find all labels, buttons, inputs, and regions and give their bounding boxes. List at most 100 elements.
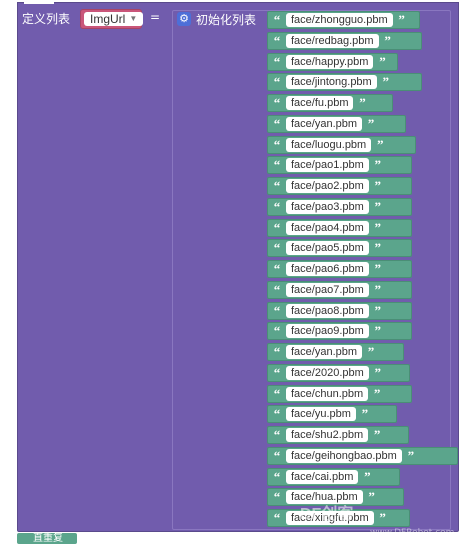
string-field[interactable]: face/redbag.pbm xyxy=(286,33,379,48)
open-quote-icon: “ xyxy=(273,198,281,214)
string-block[interactable]: “ face/pao4.pbm ” xyxy=(267,218,412,237)
close-quote-icon: ” xyxy=(374,178,382,193)
string-block[interactable]: “ face/jintong.pbm ” xyxy=(267,73,422,92)
chevron-down-icon: ▼ xyxy=(129,14,138,23)
close-quote-icon: ” xyxy=(382,74,389,90)
variable-name: ImgUrl xyxy=(90,12,126,26)
variable-dropdown[interactable]: ImgUrl ▼ xyxy=(84,12,144,26)
close-quote-icon: ” xyxy=(374,198,382,214)
string-block[interactable]: “ face/shu2.pbm ” xyxy=(267,426,409,444)
close-quote-icon: ” xyxy=(374,240,382,256)
string-block[interactable]: “ face/cai.pbm ” xyxy=(267,467,400,486)
string-block[interactable]: “ face/yan.pbm ” xyxy=(267,114,406,133)
close-quote-icon: ” xyxy=(368,489,375,505)
string-field[interactable]: face/jintong.pbm xyxy=(286,75,377,90)
gear-icon[interactable]: ⚙ xyxy=(177,12,191,26)
string-block[interactable]: “ face/pao1.pbm ” xyxy=(267,156,412,175)
close-quote-icon: ” xyxy=(374,157,382,173)
string-field[interactable]: face/chun.pbm xyxy=(286,386,369,401)
string-field[interactable]: face/pao4.pbm xyxy=(286,220,369,235)
string-block[interactable]: “ face/happy.pbm ” xyxy=(267,52,398,71)
string-field[interactable]: face/pao1.pbm xyxy=(286,158,369,173)
init-list-label: 初始化列表 xyxy=(196,13,257,27)
string-block[interactable]: “ face/fu.pbm ” xyxy=(267,94,393,112)
open-quote-icon: “ xyxy=(273,261,281,276)
string-block[interactable]: “ face/pao7.pbm ” xyxy=(267,280,412,299)
string-field[interactable]: face/yan.pbm xyxy=(286,345,363,359)
string-block[interactable]: “ face/pao2.pbm ” xyxy=(267,177,412,195)
open-quote-icon: “ xyxy=(273,95,281,110)
string-field[interactable]: face/pao8.pbm xyxy=(286,303,369,318)
open-quote-icon: “ xyxy=(273,136,281,152)
open-quote-icon: “ xyxy=(273,219,281,235)
open-quote-icon: “ xyxy=(273,53,281,69)
string-field[interactable]: face/pao2.pbm xyxy=(286,179,369,193)
string-block[interactable]: “ face/2020.pbm ” xyxy=(267,363,410,382)
close-quote-icon: ” xyxy=(373,427,381,442)
close-quote-icon: ” xyxy=(398,12,405,27)
string-field[interactable]: face/cai.pbm xyxy=(286,469,359,484)
open-quote-icon: “ xyxy=(273,115,281,131)
watermark-logo: DF创客 xyxy=(300,506,354,523)
string-field[interactable]: face/pao6.pbm xyxy=(286,262,369,276)
close-quote-icon: ” xyxy=(367,115,375,131)
string-block[interactable]: “ face/pao9.pbm ” xyxy=(267,322,412,341)
string-field[interactable]: face/luogu.pbm xyxy=(286,137,372,152)
open-quote-icon: “ xyxy=(273,406,281,422)
close-quote-icon: ” xyxy=(367,344,375,359)
close-quote-icon: ” xyxy=(376,136,384,152)
open-quote-icon: “ xyxy=(273,447,281,463)
open-quote-icon: “ xyxy=(273,489,281,505)
string-field[interactable]: face/pao3.pbm xyxy=(286,199,369,214)
string-block[interactable]: “ face/luogu.pbm ” xyxy=(267,135,416,154)
open-quote-icon: “ xyxy=(273,385,281,401)
string-field[interactable]: face/zhongguo.pbm xyxy=(286,13,393,27)
open-quote-icon: “ xyxy=(273,468,281,484)
string-field[interactable]: face/2020.pbm xyxy=(286,365,369,380)
variable-socket[interactable]: ImgUrl ▼ xyxy=(80,9,144,29)
next-block-label: 直重复 xyxy=(33,533,63,544)
open-quote-icon: “ xyxy=(273,427,281,442)
string-field[interactable]: face/geihongbao.pbm xyxy=(286,448,402,463)
string-block[interactable]: “ face/zhongguo.pbm ” xyxy=(267,11,420,29)
close-quote-icon: ” xyxy=(361,406,369,422)
open-quote-icon: “ xyxy=(273,364,281,380)
block-top-notch xyxy=(24,0,54,4)
close-quote-icon: ” xyxy=(384,32,391,48)
close-quote-icon: ” xyxy=(374,302,382,318)
string-block[interactable]: “ face/pao8.pbm ” xyxy=(267,301,412,320)
open-quote-icon: “ xyxy=(273,302,281,318)
string-field[interactable]: face/happy.pbm xyxy=(286,54,374,69)
string-block[interactable]: “ face/chun.pbm ” xyxy=(267,384,412,403)
open-quote-icon: “ xyxy=(273,32,281,48)
open-quote-icon: “ xyxy=(273,157,281,173)
string-field[interactable]: face/yu.pbm xyxy=(286,407,356,422)
open-quote-icon: “ xyxy=(273,178,281,193)
string-field[interactable]: face/yan.pbm xyxy=(286,116,363,131)
open-quote-icon: “ xyxy=(273,74,281,90)
string-block[interactable]: “ face/geihongbao.pbm ” xyxy=(267,446,458,465)
string-field[interactable]: face/pao5.pbm xyxy=(286,241,369,256)
watermark-sub: www.DFRobot.com xyxy=(370,528,455,538)
string-block[interactable]: “ face/redbag.pbm ” xyxy=(267,31,422,50)
close-quote-icon: ” xyxy=(374,281,382,297)
open-quote-icon: “ xyxy=(273,281,281,297)
string-block[interactable]: “ face/yan.pbm ” xyxy=(267,343,404,361)
string-field[interactable]: face/pao9.pbm xyxy=(286,324,369,339)
string-block[interactable]: “ face/pao5.pbm ” xyxy=(267,239,412,258)
next-block[interactable]: 直重复 xyxy=(17,533,77,544)
close-quote-icon: ” xyxy=(374,261,382,276)
string-block[interactable]: “ face/pao3.pbm ” xyxy=(267,197,412,216)
string-block[interactable]: “ face/yu.pbm ” xyxy=(267,405,397,424)
close-quote-icon: ” xyxy=(359,95,366,110)
close-quote-icon: ” xyxy=(407,447,415,463)
string-block[interactable]: “ face/pao6.pbm ” xyxy=(267,260,412,278)
string-field[interactable]: face/pao7.pbm xyxy=(286,282,369,297)
open-quote-icon: “ xyxy=(273,12,281,27)
close-quote-icon: ” xyxy=(373,385,381,401)
string-field[interactable]: face/fu.pbm xyxy=(286,96,354,110)
string-field[interactable]: face/shu2.pbm xyxy=(286,428,369,442)
close-quote-icon: ” xyxy=(374,323,382,339)
open-quote-icon: “ xyxy=(273,344,281,359)
close-quote-icon: ” xyxy=(374,219,382,235)
